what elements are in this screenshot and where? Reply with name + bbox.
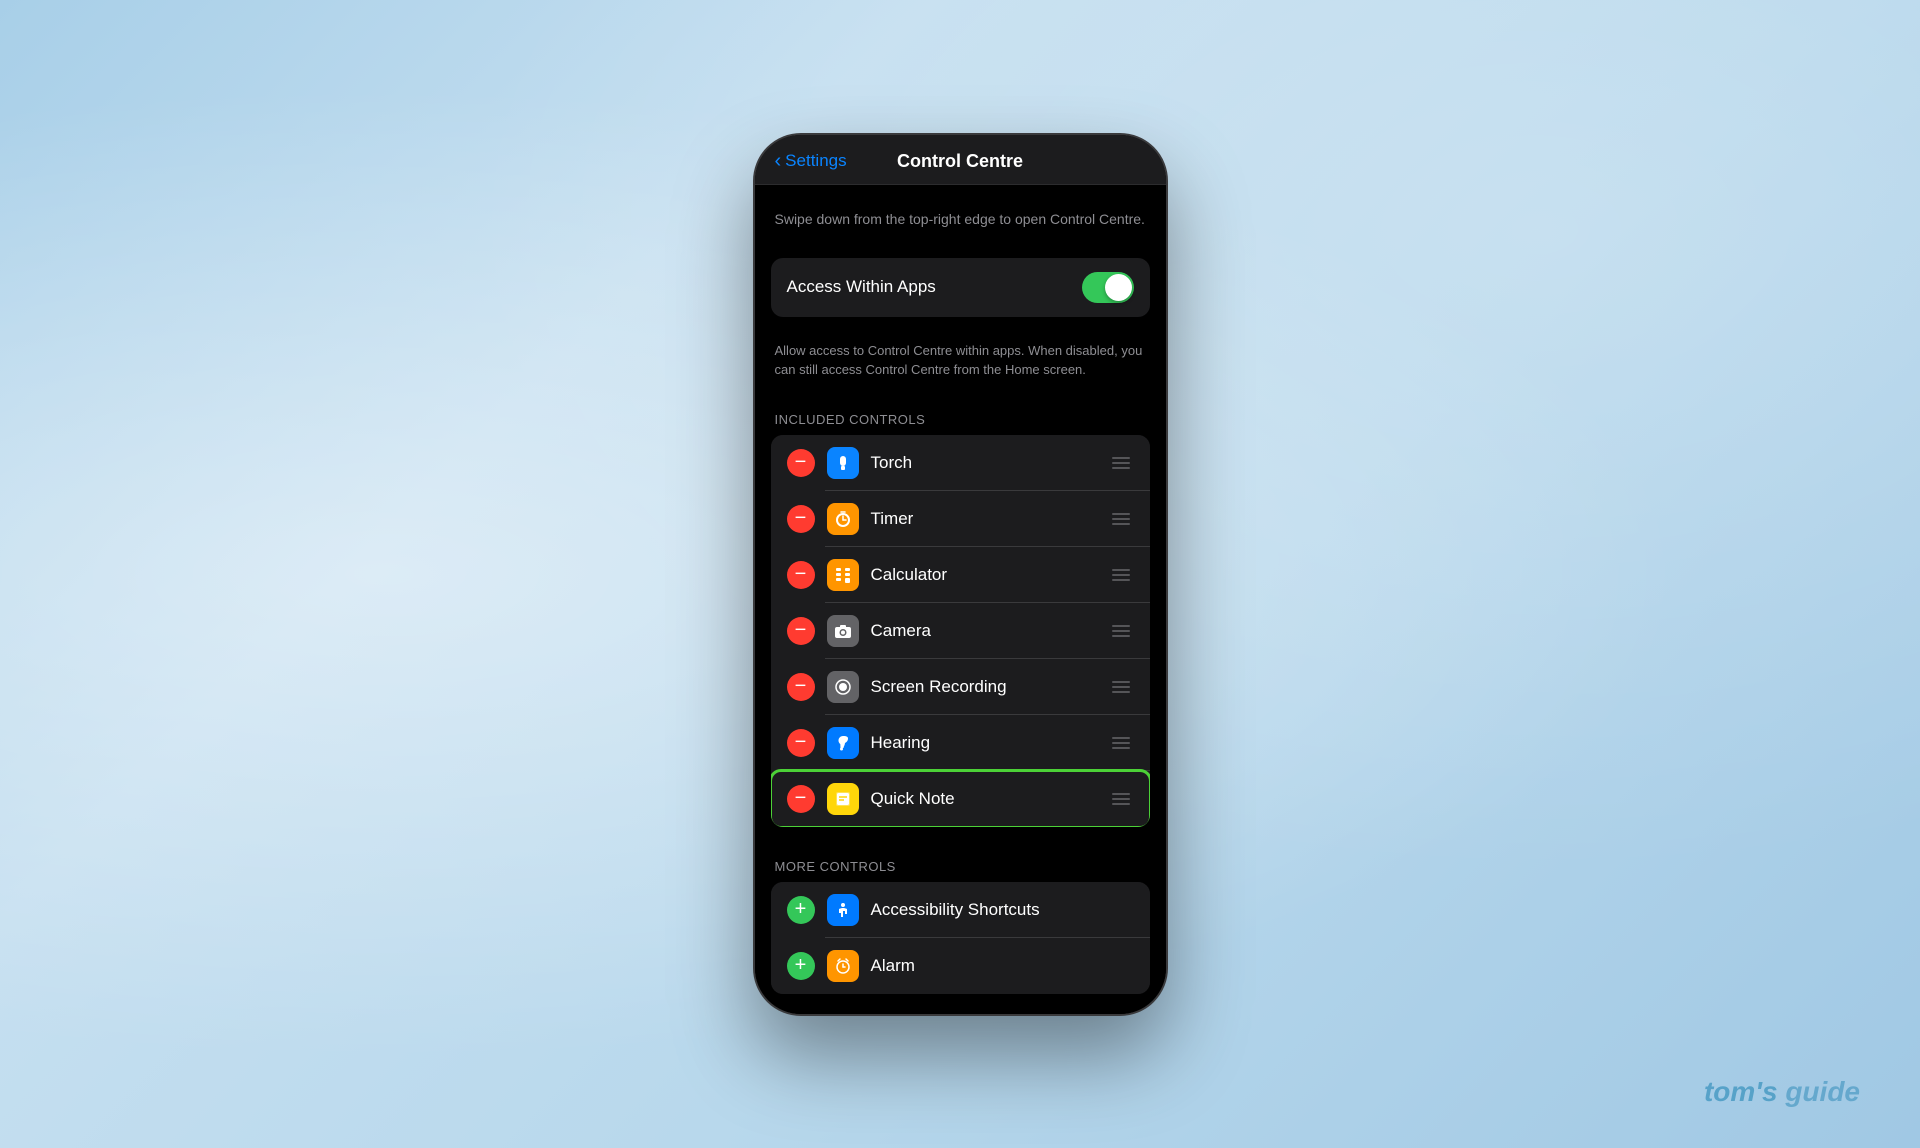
control-item-accessibility-shortcuts: Accessibility Shortcuts	[771, 882, 1150, 938]
description-text: Swipe down from the top-right edge to op…	[775, 209, 1146, 230]
quick-note-icon	[827, 783, 859, 815]
more-controls-list: Accessibility Shortcuts	[771, 882, 1150, 994]
calculator-icon	[827, 559, 859, 591]
alarm-icon	[827, 950, 859, 982]
control-item-timer: Timer	[771, 491, 1150, 547]
add-alarm-button[interactable]	[787, 952, 815, 980]
content-area: Swipe down from the top-right edge to op…	[755, 185, 1166, 1014]
camera-label: Camera	[871, 621, 1096, 641]
add-accessibility-shortcuts-button[interactable]	[787, 896, 815, 924]
accessibility-shortcuts-label: Accessibility Shortcuts	[871, 900, 1134, 920]
access-within-apps-row[interactable]: Access Within Apps	[771, 258, 1150, 317]
timer-drag-handle[interactable]	[1108, 509, 1134, 529]
back-chevron-icon: ‹	[775, 151, 782, 171]
remove-hearing-button[interactable]	[787, 729, 815, 757]
description-section: Swipe down from the top-right edge to op…	[755, 185, 1166, 242]
remove-screen-recording-button[interactable]	[787, 673, 815, 701]
included-controls-list: Torch Ti	[771, 435, 1150, 827]
timer-label: Timer	[871, 509, 1096, 529]
back-button[interactable]: ‹ Settings	[775, 151, 847, 171]
more-controls-header: MORE CONTROLS	[755, 851, 1166, 882]
remove-timer-button[interactable]	[787, 505, 815, 533]
quick-note-label: Quick Note	[871, 789, 1096, 809]
remove-torch-button[interactable]	[787, 449, 815, 477]
page-title: Control Centre	[897, 151, 1023, 172]
screen-recording-drag-handle[interactable]	[1108, 677, 1134, 697]
calculator-drag-handle[interactable]	[1108, 565, 1134, 585]
toggle-label: Access Within Apps	[787, 277, 936, 297]
screen-recording-icon	[827, 671, 859, 703]
remove-camera-button[interactable]	[787, 617, 815, 645]
quick-note-drag-handle[interactable]	[1108, 789, 1134, 809]
iphone-frame: ‹ Settings Control Centre Swipe down fro…	[753, 133, 1168, 1016]
control-item-torch: Torch	[771, 435, 1150, 491]
included-controls-header: INCLUDED CONTROLS	[755, 404, 1166, 435]
camera-icon	[827, 615, 859, 647]
more-controls-section: MORE CONTROLS Accessibility Shortcuts	[755, 851, 1166, 1014]
control-item-alarm: Alarm	[771, 938, 1150, 994]
toggle-thumb	[1105, 274, 1132, 301]
control-item-hearing: Hearing	[771, 715, 1150, 771]
remove-calculator-button[interactable]	[787, 561, 815, 589]
torch-label: Torch	[871, 453, 1096, 473]
hearing-label: Hearing	[871, 733, 1096, 753]
screen-recording-label: Screen Recording	[871, 677, 1096, 697]
control-item-quick-note: Quick Note	[771, 771, 1150, 827]
alarm-label: Alarm	[871, 956, 1134, 976]
toggle-description: Allow access to Control Centre within ap…	[755, 333, 1166, 404]
torch-drag-handle[interactable]	[1108, 453, 1134, 473]
timer-icon	[827, 503, 859, 535]
toggle-section: Access Within Apps	[755, 258, 1166, 317]
access-within-apps-toggle[interactable]	[1082, 272, 1134, 303]
nav-bar: ‹ Settings Control Centre	[755, 135, 1166, 185]
watermark: tom's guide	[1704, 1076, 1860, 1108]
accessibility-shortcuts-icon	[827, 894, 859, 926]
hearing-drag-handle[interactable]	[1108, 733, 1134, 753]
control-item-calculator: Calculator	[771, 547, 1150, 603]
control-item-screen-recording: Screen Recording	[771, 659, 1150, 715]
torch-icon	[827, 447, 859, 479]
remove-quick-note-button[interactable]	[787, 785, 815, 813]
control-item-camera: Camera	[771, 603, 1150, 659]
back-label: Settings	[785, 151, 846, 171]
camera-drag-handle[interactable]	[1108, 621, 1134, 641]
hearing-icon	[827, 727, 859, 759]
screen: ‹ Settings Control Centre Swipe down fro…	[755, 135, 1166, 1014]
calculator-label: Calculator	[871, 565, 1096, 585]
